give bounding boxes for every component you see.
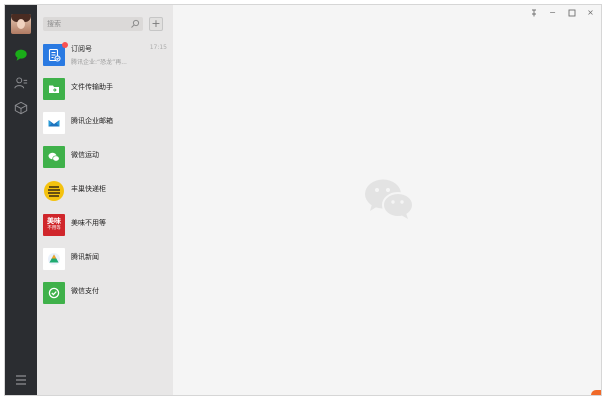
search-box[interactable] (43, 17, 143, 31)
chat-name: 文件传输助手 (71, 83, 113, 91)
folder-icon (43, 78, 65, 100)
chat-item-subscriptions[interactable]: 订阅号 腾讯企业:“恐龙”再... 17:15 (37, 39, 173, 73)
add-button[interactable]: + (149, 17, 163, 31)
subscription-icon (43, 44, 65, 66)
chat-item-locker[interactable]: 丰巢快递柜 (37, 175, 173, 209)
pin-icon[interactable] (529, 8, 538, 17)
chat-name: 微信支付 (71, 287, 99, 295)
chat-item-restaurant[interactable]: 美味 不用等 美味不用等 (37, 209, 173, 243)
close-button[interactable]: × (586, 8, 595, 17)
contacts-icon[interactable] (13, 75, 29, 91)
chat-preview: 腾讯企业:“恐龙”再... (71, 59, 127, 66)
chat-item-tencent-news[interactable]: 腾讯新闻 (37, 243, 173, 277)
chat-icon[interactable] (13, 47, 29, 63)
chat-name: 微信运动 (71, 151, 99, 159)
navigation-rail (5, 5, 37, 395)
chat-name: 腾讯企业邮箱 (71, 117, 113, 125)
menu-icon[interactable] (13, 374, 29, 386)
search-icon (131, 19, 140, 28)
restaurant-logo-text-bottom: 不用等 (47, 226, 61, 231)
chat-content-area: − × (173, 5, 601, 395)
news-icon (43, 248, 65, 270)
chat-name: 腾讯新闻 (71, 253, 99, 261)
window-controls: − × (529, 8, 595, 17)
search-input[interactable] (47, 17, 127, 31)
restaurant-logo-text-top: 美味 (47, 217, 61, 225)
locker-icon (43, 180, 65, 202)
wechat-sport-icon (43, 146, 65, 168)
wechat-pay-icon (43, 282, 65, 304)
chat-item-wechat-pay[interactable]: 微信支付 (37, 277, 173, 311)
wechat-window: + 订阅号 腾讯企业:“恐龙”再... 17:15 文件传输助手 腾讯企业邮箱 (4, 4, 602, 396)
user-avatar[interactable] (11, 14, 31, 34)
chat-item-file-transfer[interactable]: 文件传输助手 (37, 73, 173, 107)
chat-time: 17:15 (149, 44, 167, 51)
resize-grip-icon[interactable] (591, 390, 601, 395)
chat-list-panel: + 订阅号 腾讯企业:“恐龙”再... 17:15 文件传输助手 腾讯企业邮箱 (37, 5, 173, 395)
chat-name: 美味不用等 (71, 219, 106, 227)
chat-item-wechat-sport[interactable]: 微信运动 (37, 141, 173, 175)
wechat-logo-icon (365, 179, 414, 219)
chat-name: 丰巢快递柜 (71, 185, 106, 193)
minimize-button[interactable]: − (548, 8, 557, 17)
unread-badge (62, 42, 68, 48)
favorites-icon[interactable] (13, 100, 29, 116)
chat-item-enterprise-mail[interactable]: 腾讯企业邮箱 (37, 107, 173, 141)
mail-icon (43, 112, 65, 134)
maximize-icon[interactable] (567, 8, 576, 17)
chat-name: 订阅号 (71, 45, 92, 53)
restaurant-icon: 美味 不用等 (43, 214, 65, 236)
